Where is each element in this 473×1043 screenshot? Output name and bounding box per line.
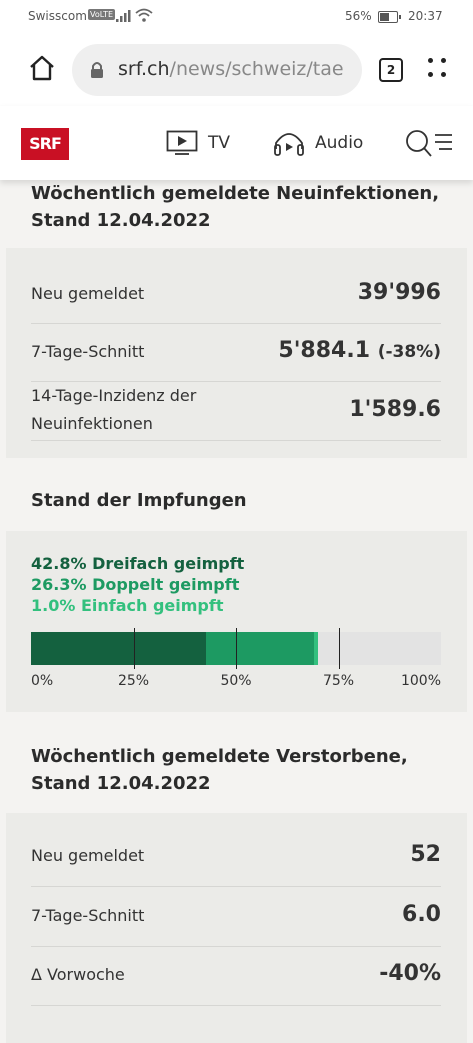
row-value: 1'589.6 — [349, 397, 441, 422]
vaccinations-title: Stand der Impfungen — [31, 490, 247, 511]
row-value: 39'996 — [357, 280, 441, 305]
bar-segment-double — [206, 632, 315, 665]
axis-tick-label: 50% — [220, 673, 252, 689]
infections-title-line2: Stand 12.04.2022 — [31, 210, 211, 231]
deaths-title: Wöchentlich gemeldete Verstorbene, Stand… — [31, 743, 451, 797]
wifi-icon — [135, 8, 153, 22]
search-menu-icon[interactable] — [405, 128, 453, 158]
nav-audio-label: Audio — [315, 133, 364, 153]
clock: 20:37 — [408, 9, 443, 23]
home-icon[interactable] — [28, 54, 56, 82]
legend-double: 26.3% Doppelt geimpft — [31, 575, 240, 594]
row-label: 14-Tage-Inzidenz der Neuinfektionen — [31, 382, 196, 438]
signal-icon — [116, 10, 131, 22]
deaths-row-change: Δ Vorwoche -40% — [31, 947, 441, 1006]
deaths-title-line2: Stand 12.04.2022 — [31, 773, 211, 794]
site-header: SRF TV Audio — [0, 106, 473, 180]
deaths-row-7day: 7-Tage-Schnitt 6.0 — [31, 887, 441, 947]
row-value: 5'884.1 (-38%) — [278, 338, 441, 363]
bar-segment-triple — [31, 632, 207, 665]
carrier-name: Swisscom — [28, 9, 87, 23]
infections-title: Wöchentlich gemeldete Neuinfektionen, St… — [31, 180, 451, 234]
url-text: srf.ch/news/schweiz/tae — [118, 58, 344, 80]
row-value: 6.0 — [402, 902, 441, 927]
address-bar[interactable]: srf.ch/news/schweiz/tae — [72, 44, 362, 96]
vaccinations-card: 42.8% Dreifach geimpft 26.3% Doppelt gei… — [6, 531, 467, 712]
srf-logo[interactable]: SRF — [21, 128, 69, 160]
row-label: Δ Vorwoche — [31, 965, 125, 984]
axis-tick-label: 75% — [322, 673, 355, 689]
infections-title-line1: Wöchentlich gemeldete Neuinfektionen, — [31, 183, 440, 204]
axis-tick-label: 100% — [400, 673, 441, 689]
deaths-row-new: Neu gemeldet 52 — [31, 826, 441, 887]
row-value: 52 — [410, 842, 441, 867]
row-label: 7-Tage-Schnitt — [31, 906, 145, 925]
row-label: 7-Tage-Schnitt — [31, 342, 145, 361]
nav-tv-link[interactable]: TV — [166, 128, 230, 158]
nav-tv-label: TV — [208, 133, 231, 153]
headphones-icon — [274, 133, 304, 156]
legend-single: 1.0% Einfach geimpft — [31, 596, 224, 615]
tab-switcher-button[interactable]: 2 — [379, 58, 403, 82]
row-label-line1: 14-Tage-Inzidenz der — [31, 386, 197, 405]
bar-tick-mark — [236, 628, 237, 669]
status-bar: Swisscom VoLTE 56% 20:37 — [0, 0, 473, 34]
row-label: Neu gemeldet — [31, 846, 145, 865]
battery-percent: 56% — [345, 9, 372, 23]
bar-tick-mark — [338, 628, 340, 669]
deaths-title-line1: Wöchentlich gemeldete Verstorbene, — [31, 746, 408, 767]
url-path: /news/schweiz/tae — [169, 58, 344, 80]
lock-icon — [91, 62, 103, 78]
tv-icon — [166, 130, 198, 155]
infections-row-incidence: 14-Tage-Inzidenz der Neuinfektionen 1'58… — [31, 382, 441, 441]
deaths-card: Neu gemeldet 52 7-Tage-Schnitt 6.0 Δ Vor… — [6, 813, 467, 1043]
battery-icon — [378, 11, 401, 23]
row-label-line2: Neuinfektionen — [31, 414, 153, 433]
infections-row-7day: 7-Tage-Schnitt 5'884.1 (-38%) — [31, 324, 441, 382]
row-label: Neu gemeldet — [31, 284, 145, 303]
more-menu-icon[interactable] — [428, 58, 448, 82]
vaccination-progress-bar — [31, 628, 441, 669]
infections-card: Neu gemeldet 39'996 7-Tage-Schnitt 5'884… — [6, 248, 467, 458]
volte-badge: VoLTE — [88, 9, 116, 20]
row-value-change: (-38%) — [377, 342, 441, 362]
browser-toolbar: srf.ch/news/schweiz/tae 2 — [0, 34, 473, 106]
axis-tick-label: 0% — [31, 673, 54, 689]
bar-segment-single — [314, 632, 319, 665]
nav-audio-link[interactable]: Audio — [273, 128, 363, 158]
url-domain: srf.ch — [118, 58, 170, 80]
infections-row-new: Neu gemeldet 39'996 — [31, 268, 441, 324]
row-value: -40% — [379, 961, 441, 986]
legend-triple: 42.8% Dreifach geimpft — [31, 554, 245, 573]
bar-tick-mark — [133, 628, 135, 669]
row-value-number: 5'884.1 — [278, 338, 371, 363]
axis-tick-label: 25% — [117, 673, 150, 689]
